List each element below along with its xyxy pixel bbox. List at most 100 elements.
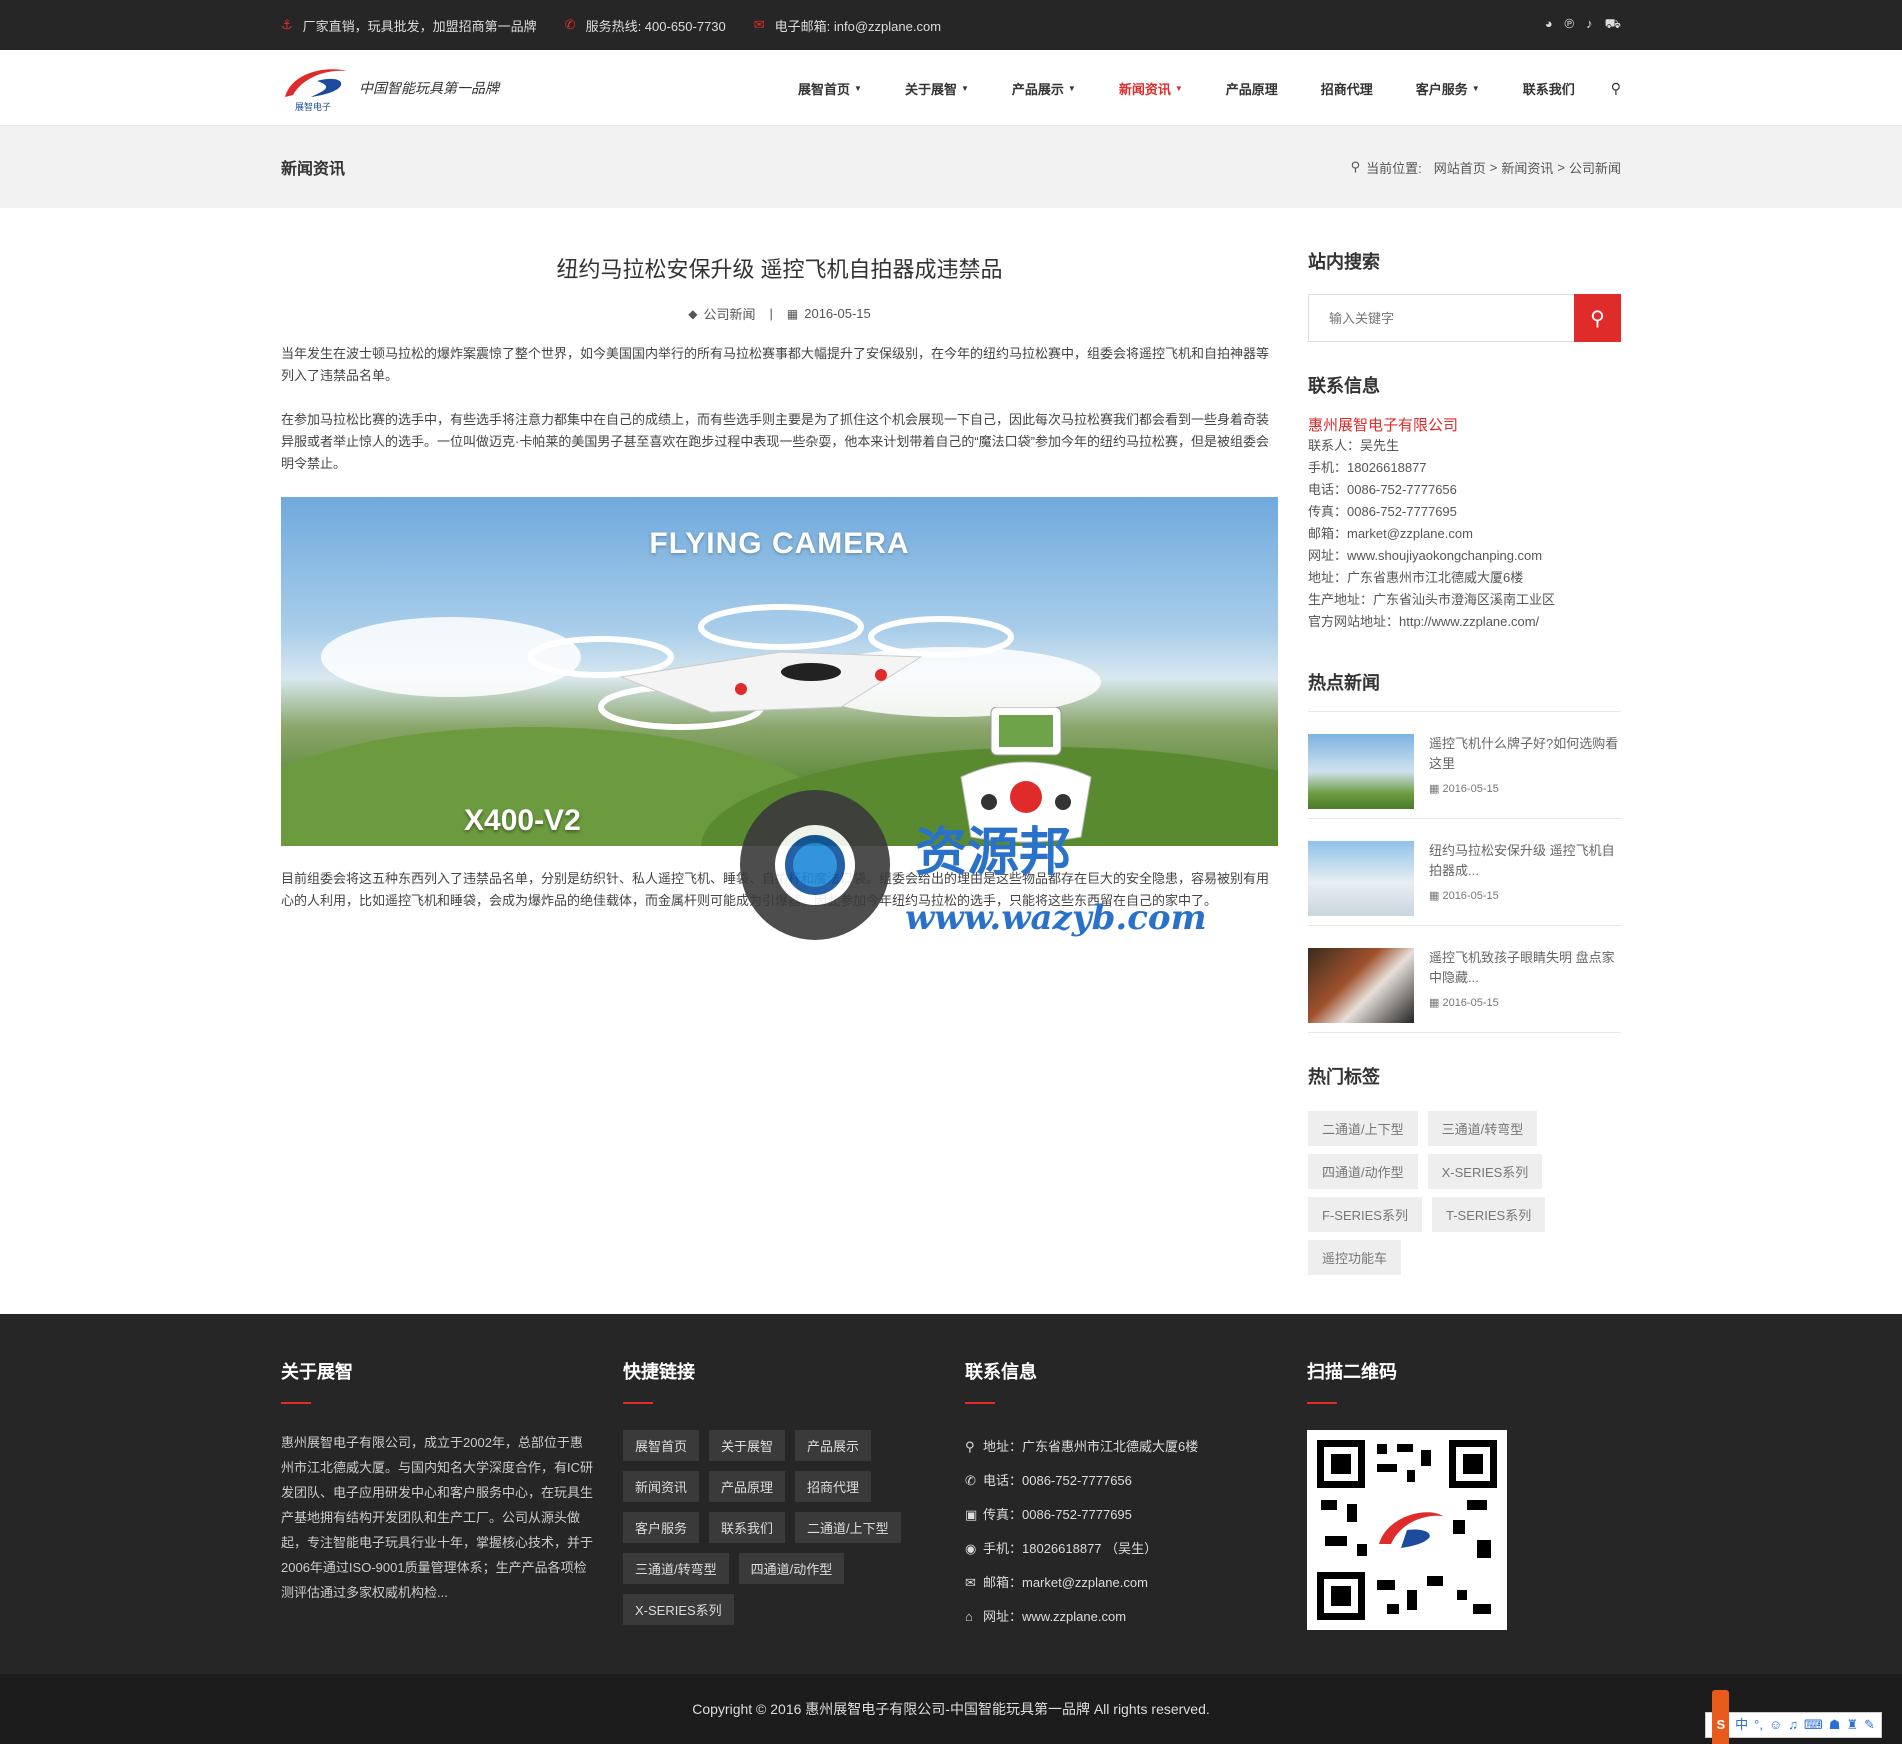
search-icon: ⚲	[1590, 307, 1605, 330]
contact-phone: 电话：0086-752-7777656	[1308, 482, 1457, 497]
news-thumbnail	[1308, 841, 1414, 916]
news-title[interactable]: 纽约马拉松安保升级 遥控飞机自拍器成...	[1429, 841, 1621, 881]
search-input[interactable]	[1308, 294, 1574, 342]
ime-toolbar[interactable]: S 中 °, ☺ ♫ ⌨ ☗ ♜ ✎	[1705, 1690, 1882, 1744]
email-item: ✉ 电子邮箱: info@zzplane.com	[754, 16, 941, 35]
title-underline	[965, 1402, 995, 1404]
tag-item[interactable]: X-SERIES系列	[1427, 1154, 1543, 1189]
news-title[interactable]: 遥控飞机致孩子眼睛失明 盘点家中隐藏...	[1429, 948, 1621, 988]
microphone-icon[interactable]: ♫	[1788, 1690, 1798, 1744]
tag-item[interactable]: 四通道/动作型	[1308, 1154, 1418, 1189]
anchor-icon: ⚓	[281, 17, 293, 32]
tools-icon[interactable]: ✎	[1864, 1690, 1875, 1744]
quick-link[interactable]: 客户服务	[623, 1512, 700, 1543]
quick-link[interactable]: X-SERIES系列	[623, 1594, 734, 1625]
quick-link[interactable]: 产品原理	[709, 1471, 786, 1502]
caret-down-icon: ▼	[1067, 83, 1076, 93]
pinterest-icon[interactable]: ℗	[1565, 16, 1575, 34]
nav-home[interactable]: 展智首页 ▼	[798, 79, 862, 98]
nav-about[interactable]: 关于展智 ▼	[905, 79, 969, 98]
quick-links: 展智首页 关于展智 产品展示 新闻资讯 产品原理 招商代理 客户服务 联系我们 …	[623, 1430, 923, 1625]
contact-person: 联系人：吴先生	[1308, 438, 1400, 453]
emoji-icon[interactable]: ☺	[1769, 1690, 1782, 1744]
article-category[interactable]: 公司新闻	[703, 304, 755, 323]
quick-link[interactable]: 产品展示	[795, 1430, 872, 1461]
quick-link[interactable]: 关于展智	[709, 1430, 786, 1461]
calendar-icon: ▦	[1429, 997, 1443, 1009]
email-text[interactable]: 电子邮箱: info@zzplane.com	[775, 16, 941, 35]
footer-qr-title: 扫描二维码	[1307, 1362, 1397, 1382]
tag-item[interactable]: 遥控功能车	[1308, 1240, 1402, 1275]
mail-icon: ✉	[965, 1575, 976, 1590]
mail-icon: ✉	[753, 17, 765, 32]
quick-link[interactable]: 四通道/动作型	[738, 1553, 845, 1584]
footer-mobile: ◉ 手机：18026618877 （吴生）	[965, 1532, 1307, 1566]
caret-down-icon: ▼	[960, 83, 969, 93]
article-paragraph-3: 目前组委会将这五种东西列入了违禁品名单，分别是纺织针、私人遥控飞机、睡袋、自拍杆…	[281, 871, 1270, 908]
footer-about: 关于展智 惠州展智电子有限公司，成立于2002年，总部位于惠州市江北德威大厦。与…	[281, 1358, 623, 1634]
tags-title: 热门标签	[1308, 1067, 1380, 1087]
search-icon[interactable]: ⚲	[1611, 80, 1621, 97]
map-pin-icon: ⚲	[1350, 159, 1361, 174]
quick-link[interactable]: 三通道/转弯型	[623, 1553, 729, 1584]
tag-item[interactable]: 三通道/转弯型	[1427, 1111, 1538, 1146]
nav-contact[interactable]: 联系我们	[1523, 79, 1575, 98]
sidebar: 站内搜索 ⚲ 联系信息 惠州展智电子有限公司 联系人：吴先生 手机：180266…	[1308, 248, 1621, 1275]
contact-mobile: 手机：18026618877	[1308, 460, 1427, 475]
breadcrumb: ⚲ 当前位置: 网站首页 > 新闻资讯 > 公司新闻	[1351, 158, 1621, 177]
footer-phone: ✆ 电话：0086-752-7777656	[965, 1464, 1307, 1498]
tag-item[interactable]: F-SERIES系列	[1308, 1197, 1422, 1232]
punctuation-icon[interactable]: °,	[1754, 1690, 1763, 1744]
search-button[interactable]: ⚲	[1574, 294, 1621, 342]
slogan-text: 厂家直销，玩具批发，加盟招商第一品牌	[302, 18, 537, 34]
site-footer: 关于展智 惠州展智电子有限公司，成立于2002年，总部位于惠州市江北德威大厦。与…	[0, 1314, 1902, 1674]
hotline-text: 服务热线: 400-650-7730	[585, 18, 726, 34]
qr-code	[1307, 1430, 1507, 1630]
user-icon[interactable]: ☗	[1829, 1690, 1841, 1744]
search-section-title: 站内搜索	[1308, 252, 1380, 272]
list-item[interactable]: 遥控飞机什么牌子好?如何选购看这里 ▦ 2016-05-15	[1308, 712, 1621, 819]
caret-down-icon: ▼	[854, 83, 862, 93]
bell-icon[interactable]: ♪	[1586, 16, 1593, 34]
quick-link[interactable]: 招商代理	[795, 1471, 872, 1502]
tag-item[interactable]: 二通道/上下型	[1308, 1111, 1418, 1146]
nav-principle[interactable]: 产品原理	[1226, 79, 1278, 98]
nav-agency[interactable]: 招商代理	[1321, 79, 1373, 98]
tag-item[interactable]: T-SERIES系列	[1431, 1197, 1546, 1232]
article-image: FLYING CAMERA X400-V2	[281, 497, 1278, 846]
tag-cloud: 二通道/上下型 三通道/转弯型 四通道/动作型 X-SERIES系列 F-SER…	[1308, 1111, 1621, 1275]
news-title[interactable]: 遥控飞机什么牌子好?如何选购看这里	[1429, 734, 1621, 774]
list-item[interactable]: 遥控飞机致孩子眼睛失明 盘点家中隐藏... ▦ 2016-05-15	[1308, 926, 1621, 1033]
quick-link[interactable]: 联系我们	[709, 1512, 786, 1543]
remote-controller-icon	[960, 707, 1092, 843]
list-item[interactable]: 纽约马拉松安保升级 遥控飞机自拍器成... ▦ 2016-05-15	[1308, 819, 1621, 926]
skin-icon[interactable]: ♜	[1846, 1690, 1858, 1744]
keyboard-icon[interactable]: ⌨	[1804, 1690, 1823, 1744]
breadcrumb-separator: >	[1557, 159, 1565, 175]
news-date: 2016-05-15	[1442, 890, 1499, 902]
qr-code-icon	[1317, 1440, 1497, 1620]
breadcrumb-news[interactable]: 新闻资讯	[1501, 158, 1553, 177]
quick-link[interactable]: 展智首页	[623, 1430, 700, 1461]
main-content: 纽约马拉松安保升级 遥控飞机自拍器成违禁品 ◆ 公司新闻 | ▦ 2016-05…	[0, 208, 1902, 1275]
footer-links-title: 快捷链接	[623, 1362, 695, 1382]
copyright-text: Copyright © 2016 惠州展智电子有限公司-中国智能玩具第一品牌 A…	[692, 1701, 1210, 1717]
slogan-item: ⚓ 厂家直销，玩具批发，加盟招商第一品牌	[281, 16, 537, 35]
nav-service[interactable]: 客户服务 ▼	[1416, 79, 1480, 98]
weibo-icon[interactable]: ◕	[1545, 16, 1553, 34]
quick-link[interactable]: 新闻资讯	[623, 1471, 700, 1502]
quick-link[interactable]: 二通道/上下型	[795, 1512, 901, 1543]
site-search: ⚲	[1308, 294, 1621, 342]
fax-icon: ▣	[965, 1507, 978, 1522]
cart-icon[interactable]: ⛟	[1605, 16, 1621, 34]
breadcrumb-home[interactable]: 网站首页	[1434, 158, 1486, 177]
nav-news[interactable]: 新闻资讯 ▼	[1119, 79, 1183, 98]
home-icon: ⌂	[965, 1609, 973, 1624]
site-logo[interactable]: 展智电子 中国智能玩具第一品牌	[281, 63, 499, 113]
footer-website: ⌂ 网址：www.zzplane.com	[965, 1600, 1307, 1634]
breadcrumb-company-news[interactable]: 公司新闻	[1569, 158, 1621, 177]
ime-language[interactable]: 中	[1735, 1690, 1748, 1744]
article-paragraph-2: 在参加马拉松比赛的选手中，有些选手将注意力都集中在自己的成绩上，而有些选手则主要…	[281, 412, 1270, 471]
nav-products[interactable]: 产品展示 ▼	[1012, 79, 1076, 98]
caret-down-icon: ▼	[1174, 83, 1183, 93]
